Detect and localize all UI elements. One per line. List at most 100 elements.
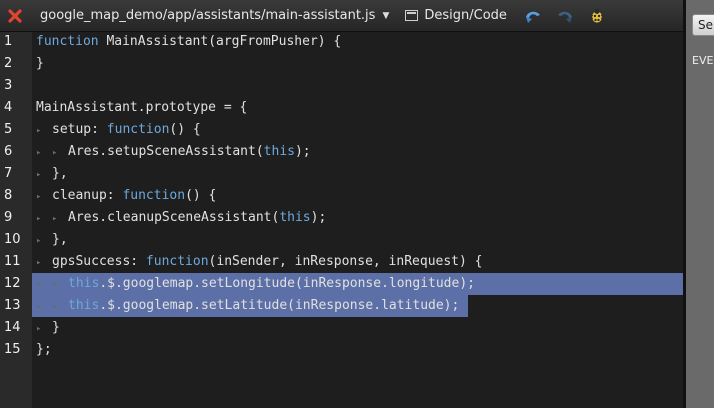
code-token: }, <box>52 166 68 181</box>
line-number: 14 <box>4 320 21 335</box>
design-code-label: Design/Code <box>424 8 507 23</box>
indent-marker-icon: ▸ <box>36 324 47 334</box>
code-token: cleanup: <box>52 188 123 203</box>
code-line[interactable]: 8 ▸ cleanup: function() { <box>4 185 683 208</box>
code-keyword: function <box>106 122 170 137</box>
indent-marker-icon: ▸ <box>36 170 47 180</box>
code-text: MainAssistant.prototype = { <box>36 97 247 119</box>
code-token: .$.googlemap.setLongitude(inResponse.lon… <box>99 276 475 291</box>
code-token: Ares.setupSceneAssistant( <box>68 144 264 159</box>
code-line[interactable]: 13 ▸ ▸ this.$.googlemap.setLatitude(inRes… <box>4 295 683 318</box>
indent-marker-icon: ▸ <box>36 192 47 202</box>
line-number: 11 <box>4 254 21 269</box>
redo-icon <box>557 11 572 23</box>
code-keyword: this <box>263 144 295 159</box>
code-line[interactable]: 12 ▸ ▸ this.$.googlemap.setLongitude(inRe… <box>4 273 683 296</box>
code-token: }; <box>36 342 52 357</box>
line-number: 8 <box>4 188 13 203</box>
line-number: 3 <box>4 78 13 93</box>
side-panel-button[interactable]: Se <box>692 14 714 36</box>
code-text: function MainAssistant(argFromPusher) { <box>36 31 341 53</box>
code-text: ▸ }, <box>36 229 68 252</box>
design-view-icon <box>405 10 419 21</box>
code-text: ▸ ▸ this.$.googlemap.setLongitude(inResp… <box>36 273 475 296</box>
line-number: 2 <box>4 56 13 71</box>
debug-button[interactable] <box>587 6 607 26</box>
line-number: 4 <box>4 100 13 115</box>
indent-marker-icon: ▸ <box>36 214 47 224</box>
code-keyword: function <box>145 254 209 269</box>
code-line[interactable]: 5 ▸ setup: function() { <box>4 119 683 142</box>
code-line[interactable]: 11 ▸ gpsSuccess: function(inSender, inRes… <box>4 251 683 274</box>
indent-marker-icon: ▸ <box>36 236 47 246</box>
indent-marker-icon: ▸ <box>52 214 63 224</box>
indent-marker-icon: ▸ <box>36 302 47 312</box>
undo-icon <box>525 11 540 23</box>
code-token: ); <box>310 210 327 225</box>
code-line[interactable]: 2} <box>4 53 683 75</box>
indent-marker-icon: ▸ <box>36 148 47 158</box>
code-text: ▸ gpsSuccess: function(inSender, inRespo… <box>36 251 482 274</box>
code-token: ); <box>294 144 311 159</box>
code-keyword: function <box>122 188 186 203</box>
code-token: () { <box>185 188 217 203</box>
chevron-down-icon: ▼ <box>382 10 390 21</box>
editor-toolbar: google_map_demo/app/assistants/main-assi… <box>0 0 683 32</box>
code-line[interactable]: 6 ▸ ▸ Ares.setupSceneAssistant(this); <box>4 141 683 164</box>
code-keyword: function <box>36 34 99 49</box>
code-token: }, <box>52 232 68 247</box>
redo-button[interactable] <box>555 6 575 26</box>
code-line[interactable]: 3 <box>4 75 683 97</box>
code-editor[interactable]: 1 function MainAssistant(argFromPusher) {… <box>4 31 683 408</box>
design-code-toggle[interactable]: Design/Code <box>405 8 507 23</box>
code-line[interactable]: 10 ▸ }, <box>4 229 683 252</box>
line-number: 1 <box>4 34 13 49</box>
indent-marker-icon: ▸ <box>36 126 47 136</box>
code-text: ▸ cleanup: function() { <box>36 185 216 208</box>
code-text: } <box>36 53 44 75</box>
line-number: 7 <box>4 166 13 181</box>
close-file-button[interactable] <box>0 0 30 32</box>
line-number: 12 <box>4 276 21 291</box>
code-token: () { <box>169 122 201 137</box>
file-path: google_map_demo/app/assistants/main-assi… <box>40 8 376 23</box>
code-line[interactable]: 9 ▸ ▸ Ares.cleanupSceneAssistant(this); <box>4 207 683 230</box>
code-keyword: this <box>68 298 100 313</box>
code-text: ▸ ▸ Ares.cleanupSceneAssistant(this); <box>36 207 326 230</box>
code-token: MainAssistant.prototype = { <box>36 100 248 115</box>
code-token: MainAssistant(argFromPusher) { <box>98 34 342 49</box>
code-token: .$.googlemap.setLatitude(inResponse.lati… <box>99 298 460 313</box>
code-keyword: this <box>279 210 311 225</box>
file-selector[interactable]: google_map_demo/app/assistants/main-assi… <box>40 8 389 23</box>
line-number: 6 <box>4 144 13 159</box>
code-text: ▸ ▸ this.$.googlemap.setLatitude(inRespo… <box>36 295 459 318</box>
code-line[interactable]: 4 MainAssistant.prototype = { <box>4 97 683 119</box>
line-number: 5 <box>4 122 13 137</box>
code-token: Ares.cleanupSceneAssistant( <box>68 210 280 225</box>
code-text: ▸ setup: function() { <box>36 119 201 142</box>
line-number: 15 <box>4 342 21 357</box>
code-text: ▸ } <box>36 317 60 340</box>
code-text: ▸ }, <box>36 163 68 186</box>
code-text: }; <box>36 339 52 361</box>
side-panel-label: EVE <box>692 54 714 67</box>
line-number: 9 <box>4 210 13 225</box>
line-number: 13 <box>4 298 21 313</box>
code-text: ▸ ▸ Ares.setupSceneAssistant(this); <box>36 141 311 164</box>
bug-icon <box>590 8 604 22</box>
code-token: } <box>52 320 60 335</box>
code-line[interactable]: 15}; <box>4 339 683 361</box>
code-keyword: this <box>68 276 100 291</box>
code-line[interactable]: 7 ▸ }, <box>4 163 683 186</box>
indent-marker-icon: ▸ <box>52 148 63 158</box>
code-line[interactable]: 14 ▸ } <box>4 317 683 340</box>
indent-marker-icon: ▸ <box>36 280 47 290</box>
undo-button[interactable] <box>523 6 543 26</box>
right-side-panel: Se EVE <box>686 0 714 408</box>
indent-marker-icon: ▸ <box>52 302 63 312</box>
indent-marker-icon: ▸ <box>52 280 63 290</box>
code-line[interactable]: 1 function MainAssistant(argFromPusher) { <box>4 31 683 53</box>
code-token: setup: <box>52 122 107 137</box>
code-token: } <box>36 56 44 71</box>
line-number: 10 <box>4 232 21 247</box>
